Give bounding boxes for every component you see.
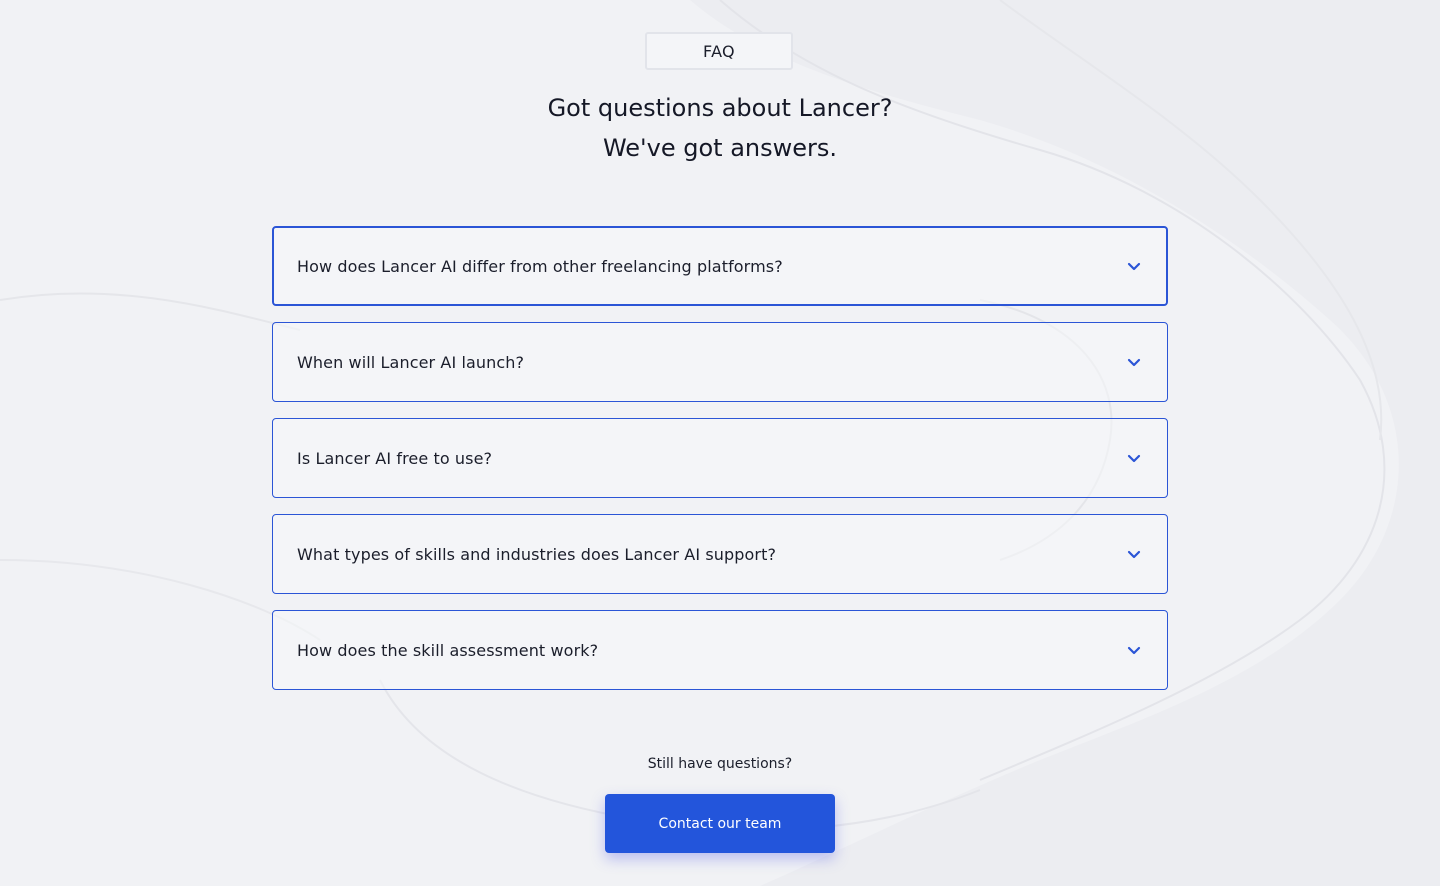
page-title: Got questions about Lancer? We've got an… (0, 88, 1440, 168)
faq-question: When will Lancer AI launch? (297, 352, 525, 372)
faq-item[interactable]: What types of skills and industries does… (272, 514, 1168, 594)
chevron-down-icon[interactable] (1126, 546, 1142, 562)
faq-item[interactable]: When will Lancer AI launch? (272, 322, 1168, 402)
faq-item[interactable]: How does the skill assessment work? (272, 610, 1168, 690)
chevron-down-icon[interactable] (1126, 258, 1142, 274)
faq-question: Is Lancer AI free to use? (297, 448, 493, 468)
chevron-down-icon[interactable] (1126, 642, 1142, 658)
faq-question: How does Lancer AI differ from other fre… (297, 256, 783, 276)
faq-list: How does Lancer AI differ from other fre… (272, 226, 1169, 706)
heading-line-1: Got questions about Lancer? (547, 94, 893, 122)
faq-question: How does the skill assessment work? (297, 640, 599, 660)
faq-question: What types of skills and industries does… (297, 544, 777, 564)
faq-item[interactable]: Is Lancer AI free to use? (272, 418, 1168, 498)
chevron-down-icon[interactable] (1126, 450, 1142, 466)
faq-section: FAQ Got questions about Lancer? We've go… (0, 0, 1440, 886)
faq-badge: FAQ (645, 32, 793, 70)
faq-item[interactable]: How does Lancer AI differ from other fre… (272, 226, 1168, 306)
heading-line-2: We've got answers. (602, 134, 838, 162)
chevron-down-icon[interactable] (1126, 354, 1142, 370)
contact-team-button[interactable]: Contact our team (605, 794, 835, 853)
still-have-questions-text: Still have questions? (647, 756, 793, 772)
